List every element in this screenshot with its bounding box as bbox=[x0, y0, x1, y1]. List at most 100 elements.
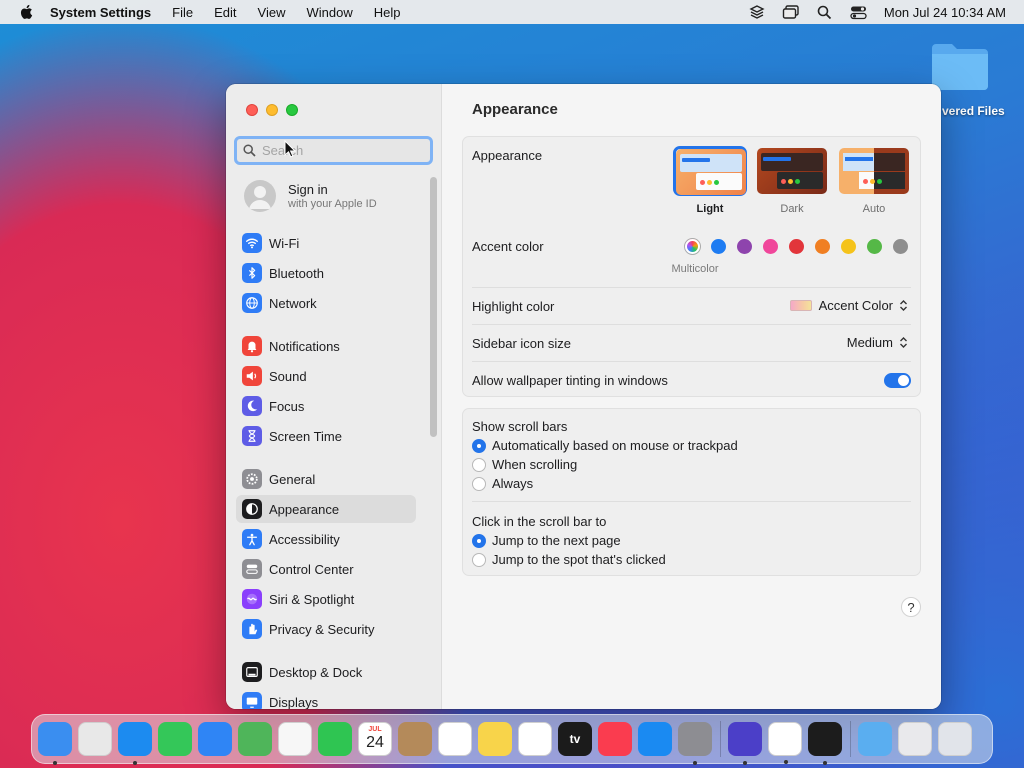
radio-button[interactable] bbox=[472, 533, 486, 548]
facetime-icon[interactable] bbox=[318, 722, 352, 756]
finder-icon[interactable] bbox=[38, 722, 72, 765]
appearance-option-dark[interactable] bbox=[755, 146, 829, 196]
appearance-option-auto[interactable] bbox=[837, 146, 911, 196]
minimize-button[interactable] bbox=[266, 104, 278, 116]
accent-swatch[interactable] bbox=[867, 239, 882, 254]
sidebar-item-wi-fi[interactable]: Wi-Fi bbox=[236, 229, 416, 257]
sidebar-item-appearance[interactable]: Appearance bbox=[236, 495, 416, 523]
sidebar-item-label: Sound bbox=[269, 368, 307, 384]
radio-label: Automatically based on mouse or trackpad bbox=[492, 438, 738, 453]
mail-icon[interactable] bbox=[198, 722, 232, 756]
zoom-button[interactable] bbox=[286, 104, 298, 116]
accent-swatch[interactable] bbox=[763, 239, 778, 254]
close-button[interactable] bbox=[246, 104, 258, 116]
control-center-icon[interactable] bbox=[842, 5, 876, 20]
wifi-icon bbox=[242, 233, 262, 253]
app-store-icon[interactable] bbox=[638, 722, 672, 756]
window-icon[interactable] bbox=[774, 4, 808, 20]
sidebar-item-control-center[interactable]: Control Center bbox=[236, 555, 416, 583]
menu-view[interactable]: View bbox=[258, 5, 286, 20]
sidebar-item-bluetooth[interactable]: Bluetooth bbox=[236, 259, 416, 287]
highlight-color-label: Highlight color bbox=[472, 299, 555, 314]
safari-icon[interactable] bbox=[118, 722, 152, 765]
reminders-icon[interactable] bbox=[438, 722, 472, 756]
sidebar-item-sound[interactable]: Sound bbox=[236, 362, 416, 390]
sidebar-item-displays[interactable]: Displays bbox=[236, 688, 416, 709]
sidebar-scrollbar[interactable] bbox=[430, 177, 437, 437]
sidebar-item-accessibility[interactable]: Accessibility bbox=[236, 525, 416, 553]
radio-label: Jump to the spot that's clicked bbox=[492, 552, 666, 567]
wallpaper-tinting-toggle[interactable] bbox=[884, 373, 911, 388]
appearance-option-light[interactable] bbox=[673, 146, 747, 196]
apple-menu-icon[interactable] bbox=[18, 3, 36, 21]
contacts-icon[interactable] bbox=[398, 722, 432, 756]
sidebar-item-desktop-dock[interactable]: Desktop & Dock bbox=[236, 658, 416, 686]
system-settings-icon[interactable] bbox=[678, 722, 712, 765]
hourglass-icon bbox=[242, 426, 262, 446]
search-field[interactable] bbox=[234, 136, 433, 165]
radio-button[interactable] bbox=[472, 457, 486, 472]
help-button[interactable]: ? bbox=[901, 597, 921, 617]
menu-help[interactable]: Help bbox=[374, 5, 401, 20]
menu-bar: System Settings File Edit View Window He… bbox=[0, 0, 1024, 24]
menu-file[interactable]: File bbox=[172, 5, 193, 20]
trash-icon[interactable] bbox=[938, 722, 972, 756]
highlight-color-popup[interactable]: Accent Color bbox=[789, 298, 908, 313]
sidebar-item-screen-time[interactable]: Screen Time bbox=[236, 422, 416, 450]
radio-jump-spot-clicked[interactable]: Jump to the spot that's clicked bbox=[472, 552, 666, 567]
recent-files-icon[interactable] bbox=[898, 722, 932, 756]
sidebar-item-focus[interactable]: Focus bbox=[236, 392, 416, 420]
sidebar-item-notifications[interactable]: Notifications bbox=[236, 332, 416, 360]
search-icon[interactable] bbox=[808, 5, 842, 20]
accent-swatch[interactable] bbox=[841, 239, 856, 254]
radio-scroll-automatic[interactable]: Automatically based on mouse or trackpad bbox=[472, 438, 738, 453]
desktop-folder[interactable]: vered Files bbox=[930, 40, 1024, 120]
calendar-icon[interactable]: JUL 24 bbox=[358, 722, 392, 756]
accent-swatch[interactable] bbox=[789, 239, 804, 254]
accent-swatch[interactable] bbox=[711, 239, 726, 254]
tv-icon[interactable]: tv bbox=[558, 722, 592, 756]
appearance-option-dark-label: Dark bbox=[780, 203, 804, 215]
music-icon[interactable] bbox=[598, 722, 632, 756]
photos-icon[interactable] bbox=[278, 722, 312, 756]
sidebar-item-general[interactable]: General bbox=[236, 465, 416, 493]
accent-swatch[interactable] bbox=[893, 239, 908, 254]
accent-swatch-multicolor[interactable] bbox=[685, 239, 700, 254]
radio-scroll-always[interactable]: Always bbox=[472, 476, 533, 491]
accent-color-selected-name: Multicolor bbox=[671, 263, 719, 275]
launchpad-icon[interactable] bbox=[78, 722, 112, 756]
sidebar-item-network[interactable]: Network bbox=[236, 289, 416, 317]
sidebar-item-privacy-security[interactable]: Privacy & Security bbox=[236, 615, 416, 643]
sidebar-item-label: Notifications bbox=[269, 338, 340, 354]
menu-edit[interactable]: Edit bbox=[214, 5, 236, 20]
running-indicator bbox=[743, 761, 747, 765]
radio-label: Always bbox=[492, 476, 534, 491]
accent-swatch[interactable] bbox=[737, 239, 752, 254]
maps-icon[interactable] bbox=[238, 722, 272, 756]
app-menu-system-settings[interactable]: System Settings bbox=[50, 5, 151, 20]
radio-button[interactable] bbox=[472, 552, 486, 567]
radio-scroll-when-scrolling[interactable]: When scrolling bbox=[472, 457, 577, 472]
control-center-icon bbox=[242, 559, 262, 579]
freeform-icon[interactable] bbox=[518, 722, 552, 756]
accent-swatch[interactable] bbox=[815, 239, 830, 254]
sidebar-item-label: Bluetooth bbox=[269, 265, 324, 281]
radio-jump-next-page[interactable]: Jump to the next page bbox=[472, 533, 621, 548]
radio-button[interactable] bbox=[472, 438, 486, 453]
menu-bar-clock[interactable]: Mon Jul 24 10:34 AM bbox=[884, 5, 1006, 20]
messages-icon[interactable] bbox=[158, 722, 192, 756]
sidebar-icon-size-popup[interactable]: Medium bbox=[847, 335, 908, 350]
radio-label: When scrolling bbox=[492, 457, 578, 472]
downloads-folder-icon[interactable] bbox=[858, 722, 892, 756]
apple-id-sign-in[interactable]: Sign in with your Apple ID bbox=[244, 180, 377, 212]
notes-icon[interactable] bbox=[478, 722, 512, 756]
sidebar-item-siri-spotlight[interactable]: Siri & Spotlight bbox=[236, 585, 416, 613]
layers-icon[interactable] bbox=[740, 4, 774, 20]
running-indicator bbox=[53, 761, 57, 765]
news-icon[interactable] bbox=[768, 722, 802, 764]
terminal-icon[interactable] bbox=[808, 722, 842, 765]
radio-button[interactable] bbox=[472, 476, 486, 491]
shortcuts-icon[interactable] bbox=[728, 722, 762, 765]
calendar-day: 24 bbox=[366, 734, 384, 751]
menu-window[interactable]: Window bbox=[306, 5, 352, 20]
